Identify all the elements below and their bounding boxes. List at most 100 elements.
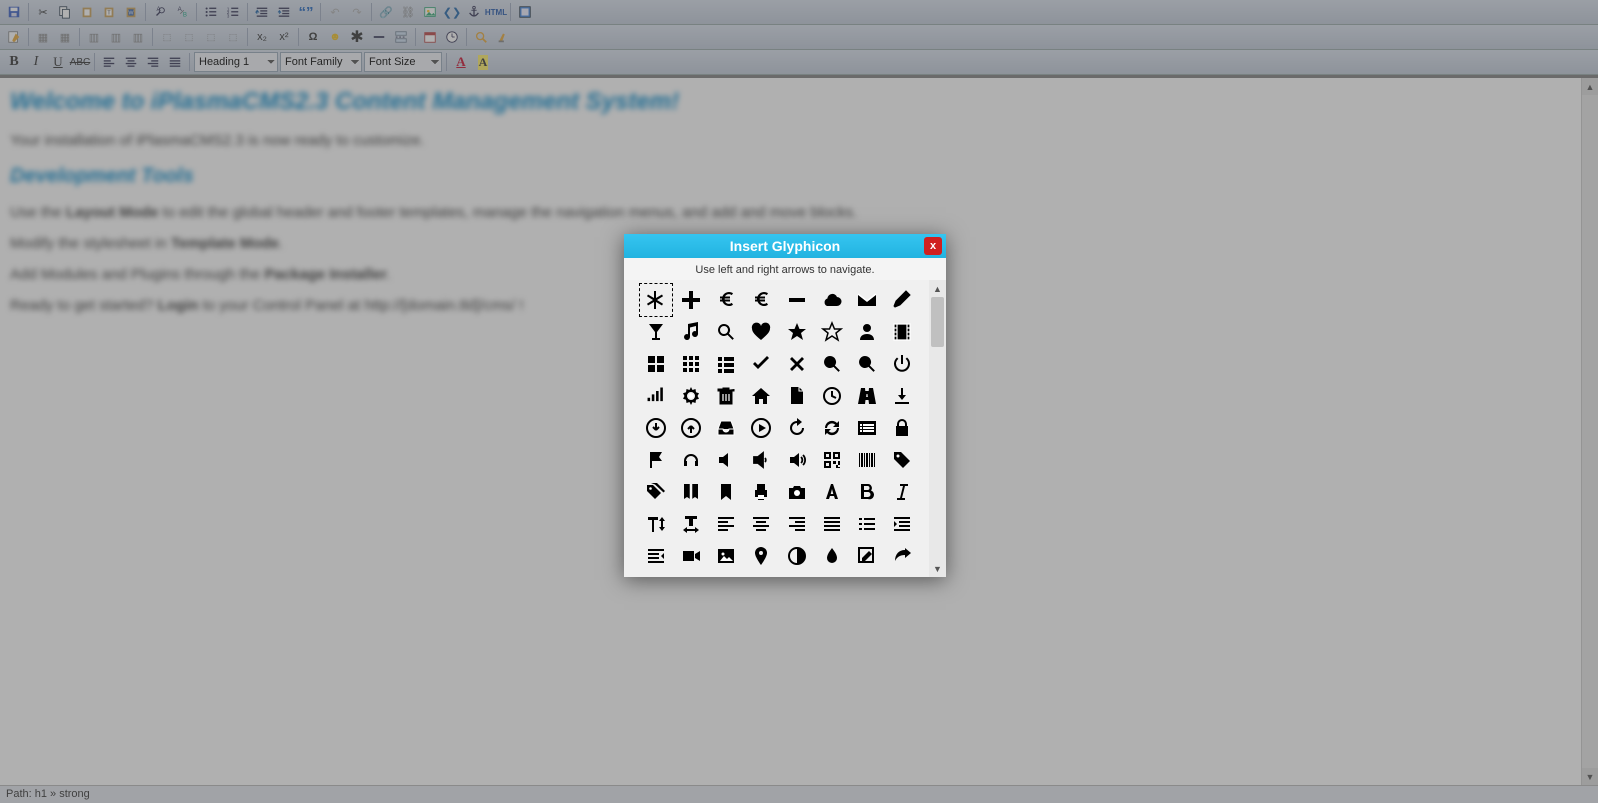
align-justify-button[interactable] [165,52,185,72]
glyphicon-indent-right[interactable] [640,540,672,572]
bold-button[interactable]: B [4,52,24,72]
glyphicon-stop[interactable] [886,572,918,577]
glyphicon-step-backward[interactable] [710,572,742,577]
glyphicon-align-left[interactable] [710,508,742,540]
glyphicon-picture[interactable] [710,540,742,572]
glyphicon-bold[interactable] [851,476,883,508]
italic-button[interactable]: I [26,52,46,72]
glyphicon-tag[interactable] [886,444,918,476]
font-family-select[interactable]: Font Family [280,52,362,72]
glyphicon-music[interactable] [675,316,707,348]
insert-image-button[interactable] [420,2,440,22]
emoticon-button[interactable]: ☻ [325,27,345,47]
glyphicon-play[interactable] [816,572,848,577]
underline-button[interactable]: U [48,52,68,72]
copy-button[interactable] [55,2,75,22]
glyphicon-pencil[interactable] [886,284,918,316]
scroll-down-icon[interactable]: ▼ [1582,768,1598,785]
scroll-up-icon[interactable]: ▲ [929,280,946,297]
glyphicon-map-marker[interactable] [745,540,777,572]
glyphicon-zoom-out[interactable] [851,348,883,380]
glyphicon-cog[interactable] [675,380,707,412]
glyphicon-volume-down[interactable] [745,444,777,476]
insert-date-button[interactable] [420,27,440,47]
glyphicon-volume-up[interactable] [781,444,813,476]
glyphicon-home[interactable] [745,380,777,412]
unlink-button[interactable]: ⛓ [398,2,418,22]
glyphicon-th-large[interactable] [640,348,672,380]
paste-word-button[interactable]: W [121,2,141,22]
glyphicon-play-circle[interactable] [745,412,777,444]
glyphicon-download[interactable] [640,412,672,444]
glyphicon-file[interactable] [781,380,813,412]
glyphicon-print[interactable] [745,476,777,508]
subscript-button[interactable]: x₂ [252,27,272,47]
cut-button[interactable]: ✂ [33,2,53,22]
align-center-button[interactable] [121,52,141,72]
table-col-after-button[interactable]: ▥ [106,27,126,47]
cleanup-button[interactable] [493,27,513,47]
glyphicon-plus[interactable] [675,284,707,316]
glyphicon-barcode[interactable] [851,444,883,476]
preview-button[interactable] [471,27,491,47]
glyphicon-glass[interactable] [640,316,672,348]
glyphicon-move[interactable] [675,572,707,577]
table-row-props-button[interactable]: ⬚ [223,27,243,47]
glyphicon-refresh[interactable] [816,412,848,444]
hr-button[interactable] [369,27,389,47]
glyphicon-heart[interactable] [745,316,777,348]
outdent-button[interactable] [252,2,272,22]
glyphicon-book[interactable] [675,476,707,508]
indent-button[interactable] [274,2,294,22]
glyphicon-italic[interactable] [886,476,918,508]
redo-button[interactable]: ↷ [347,2,367,22]
glyphicon-font[interactable] [816,476,848,508]
glyphicon-upload[interactable] [675,412,707,444]
glyphicon-time[interactable] [816,380,848,412]
glyphicon-align-right[interactable] [781,508,813,540]
glyphicon-download-alt[interactable] [886,380,918,412]
glyphicon-check[interactable] [640,572,672,577]
glyphicon-ok[interactable] [745,348,777,380]
glyphicon-qrcode[interactable] [816,444,848,476]
table-row-after-button[interactable]: ▦ [55,27,75,47]
font-size-select[interactable]: Font Size [364,52,442,72]
align-right-button[interactable] [143,52,163,72]
special-char-button[interactable]: Ω [303,27,323,47]
glyphicon-asterisk[interactable] [640,284,672,316]
glyphicon-eur[interactable] [745,284,777,316]
glyphicon-th-list[interactable] [710,348,742,380]
find-button[interactable]: A [150,2,170,22]
table-merge-button[interactable]: ⬚ [157,27,177,47]
glyphicon-align-center[interactable] [745,508,777,540]
glyphicon-tint[interactable] [816,540,848,572]
glyphicon-pause[interactable] [851,572,883,577]
superscript-button[interactable]: x² [274,27,294,47]
table-split-button[interactable]: ⬚ [179,27,199,47]
table-col-before-button[interactable]: ▥ [84,27,104,47]
glyphicon-inbox[interactable] [710,412,742,444]
anchor-button[interactable] [464,2,484,22]
glyphicon-share[interactable] [886,540,918,572]
replace-button[interactable]: AB [172,2,192,22]
glyphicon-film[interactable] [886,316,918,348]
glyphicon-indent-left[interactable] [886,508,918,540]
glyphicon-cloud[interactable] [816,284,848,316]
glyphicon-zoom-in[interactable] [816,348,848,380]
bg-color-button[interactable]: A [473,52,493,72]
strikethrough-button[interactable]: ABC [70,52,90,72]
table-row-before-button[interactable]: ▦ [33,27,53,47]
glyphicon-flag[interactable] [640,444,672,476]
edit-button[interactable] [4,27,24,47]
glyphicon-tags[interactable] [640,476,672,508]
glyphicon-bookmark[interactable] [710,476,742,508]
glyphicon-off[interactable] [886,348,918,380]
ordered-list-button[interactable]: 123 [223,2,243,22]
glyphicon-headphones[interactable] [675,444,707,476]
glyphicon-edit[interactable] [851,540,883,572]
table-cell-props-button[interactable]: ⬚ [201,27,221,47]
blockquote-button[interactable]: “” [296,2,316,22]
scroll-down-icon[interactable]: ▼ [929,560,946,577]
glyphicon-lock[interactable] [886,412,918,444]
html-button[interactable]: HTML [486,2,506,22]
